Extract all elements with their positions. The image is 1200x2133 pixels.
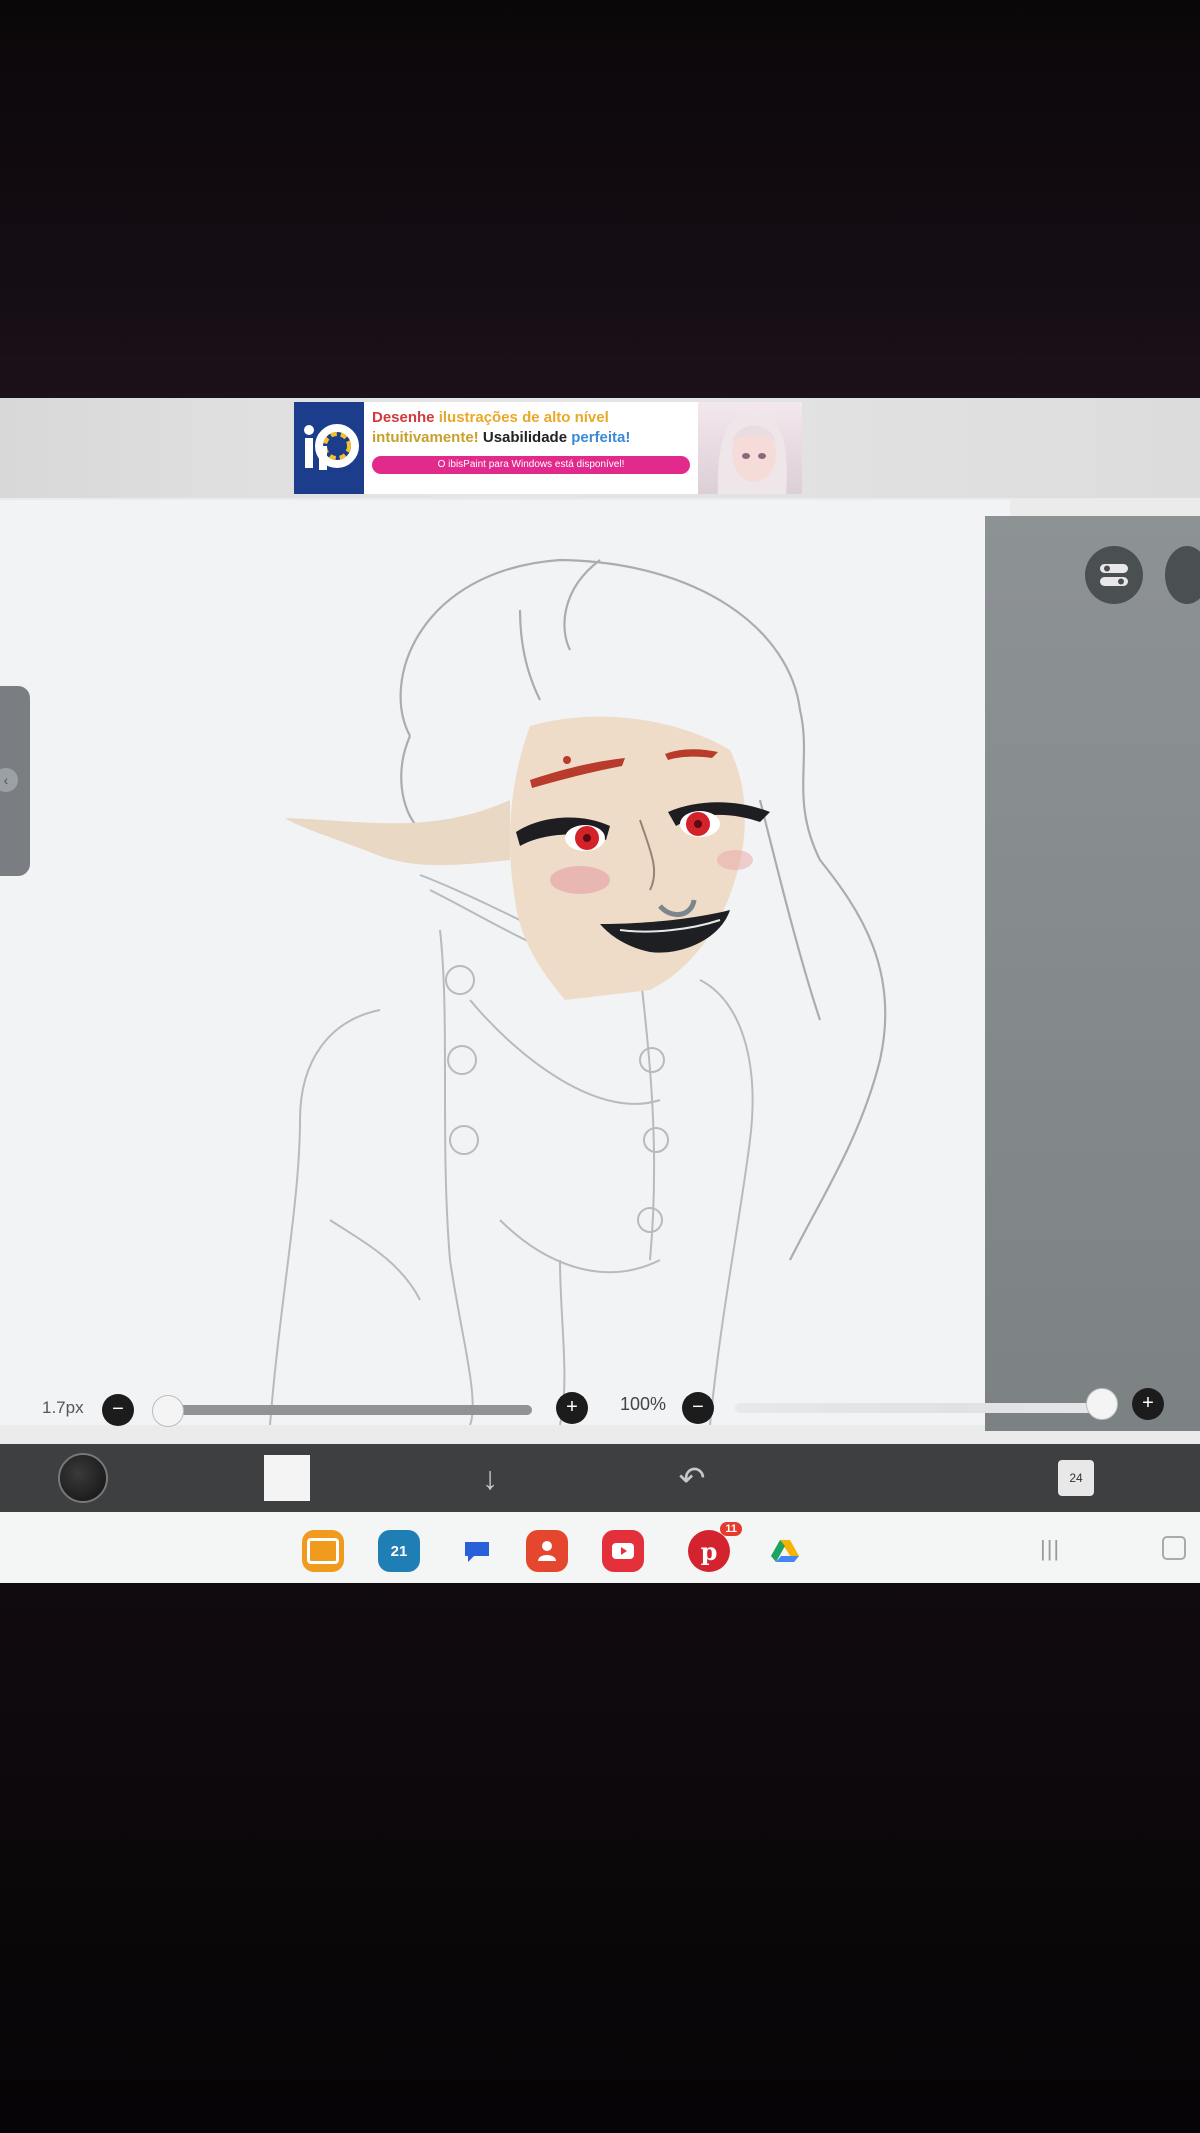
pinterest-p-icon: p: [700, 1536, 718, 1566]
messages-app-icon[interactable]: [456, 1530, 498, 1572]
ad-headline-e: perfeita!: [567, 429, 631, 446]
home-icon[interactable]: [1162, 1536, 1186, 1560]
notification-badge: 11: [720, 1522, 742, 1536]
tablet-screen: Desenhe ilustrações de alto nível intuit…: [0, 398, 1200, 1583]
opacity-decrease-button[interactable]: −: [682, 1392, 714, 1424]
layers-count: 24: [1058, 1460, 1094, 1496]
ad-headline-d: Usabilidade: [478, 429, 568, 446]
brush-size-decrease-button[interactable]: −: [102, 1394, 134, 1426]
taskbar: 21 p 11 |||: [0, 1512, 1200, 1583]
brush-size-slider-track[interactable]: [160, 1405, 532, 1415]
layers-button[interactable]: 24: [1058, 1454, 1094, 1502]
ad-bar: Desenhe ilustrações de alto nível intuit…: [0, 398, 1200, 498]
ad-headline-b: ilustrações de alto nível: [434, 409, 609, 426]
brush-size-increase-button[interactable]: +: [556, 1392, 588, 1424]
brush-size-slider-knob[interactable]: [152, 1395, 184, 1427]
ibispaint-logo-icon: [294, 402, 364, 494]
photo-background-top: [0, 0, 1200, 400]
calendar-day: 21: [390, 1542, 408, 1560]
current-color-swatch: [58, 1453, 108, 1503]
calendar-app-icon[interactable]: 21: [378, 1530, 420, 1572]
brush-size-label: 1.7px: [42, 1398, 84, 1417]
opacity-slider-knob[interactable]: [1086, 1388, 1118, 1420]
drawing-canvas[interactable]: [0, 500, 1010, 1426]
settings-toggle-button[interactable]: [1085, 546, 1143, 604]
toggle-icon: [1100, 564, 1128, 586]
zoom-label: 100%: [620, 1394, 667, 1414]
brush-tool-button[interactable]: [264, 1454, 310, 1502]
photo-background-bottom: [0, 1580, 1200, 2133]
ad-headline-c: intuitivamente!: [372, 429, 479, 446]
drive-app-icon[interactable]: [764, 1530, 806, 1572]
undo-icon[interactable]: ↶: [672, 1454, 712, 1502]
opacity-increase-button[interactable]: +: [1132, 1388, 1164, 1420]
right-side-panel: [985, 516, 1200, 1431]
opacity-slider-track[interactable]: [735, 1403, 1100, 1413]
pinterest-app-icon[interactable]: p 11: [688, 1522, 742, 1572]
ad-character-image: [698, 402, 802, 494]
artwork: [269, 558, 887, 1426]
bottom-toolbar: ↓ ↶ 24: [0, 1444, 1200, 1512]
ad-cta-pill[interactable]: O ibisPaint para Windows está disponível…: [372, 456, 690, 474]
ad-copy: Desenhe ilustrações de alto nível intuit…: [364, 402, 698, 494]
person-icon: [538, 1541, 556, 1561]
contacts-app-icon[interactable]: [526, 1530, 568, 1572]
drive-triangle-icon: [771, 1540, 799, 1562]
color-picker-button[interactable]: [58, 1453, 108, 1503]
white-square-icon: [264, 1455, 310, 1501]
play-icon: [612, 1543, 634, 1559]
folder-app-icon[interactable]: [302, 1530, 344, 1572]
ad-banner[interactable]: Desenhe ilustrações de alto nível intuit…: [294, 402, 802, 494]
down-arrow-icon[interactable]: ↓: [470, 1454, 510, 1502]
ad-headline-a: Desenhe: [372, 409, 435, 426]
chat-bubble-icon: [465, 1542, 489, 1562]
recents-icon[interactable]: |||: [1040, 1536, 1060, 1562]
youtube-app-icon[interactable]: [602, 1530, 644, 1572]
